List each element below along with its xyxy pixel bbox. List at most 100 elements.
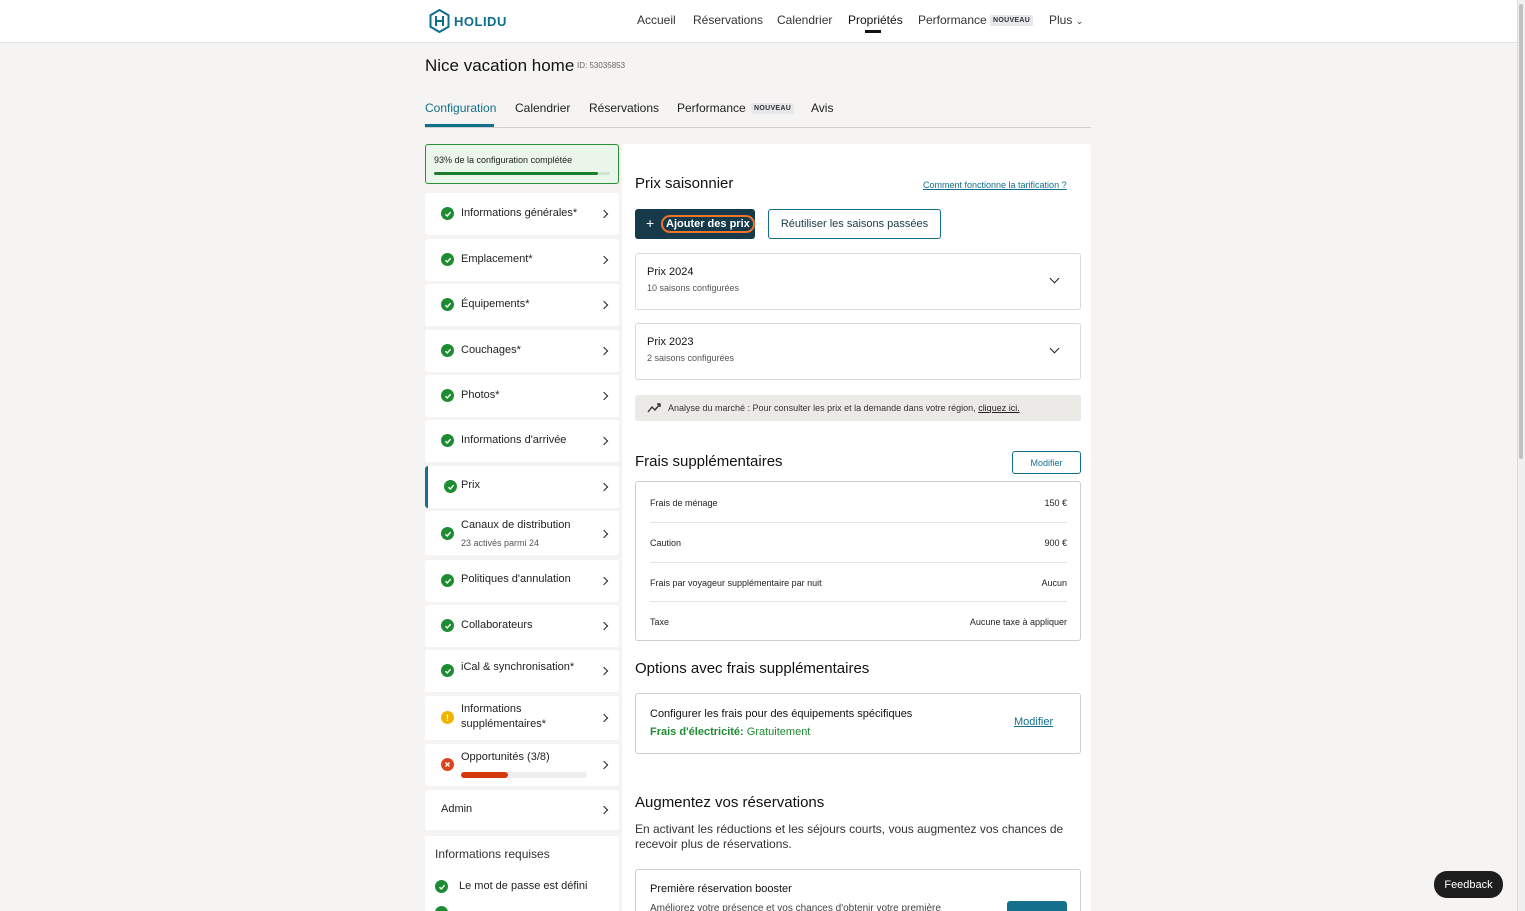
boost-description: En activant les réductions et les séjour… [635, 822, 1064, 851]
fee-value: 900 € [1044, 538, 1067, 548]
nav-performance[interactable]: Performance [918, 13, 987, 27]
nav-new-badge: NOUVEAU [990, 15, 1034, 26]
sidebar-item-admin[interactable]: Admin [425, 790, 619, 830]
price-group-title: Prix 2024 [647, 266, 694, 278]
fee-row: Frais de ménage 150 € [650, 482, 1067, 522]
opportunities-progress-track [461, 772, 587, 778]
boost-title: Augmentez vos réservations [635, 794, 825, 811]
check-circle-icon [441, 344, 454, 357]
check-circle-icon [441, 434, 454, 447]
options-card: Configurer les frais pour des équipement… [635, 693, 1081, 754]
chevron-right-icon [599, 482, 609, 492]
edit-options-link[interactable]: Modifier [1014, 716, 1053, 728]
seasonal-prices-title: Prix saisonnier [635, 175, 734, 192]
nav-proprietes[interactable]: Propriétés [848, 13, 903, 27]
tab-configuration[interactable]: Configuration [425, 101, 496, 115]
options-card-title: Configurer les frais pour des équipement… [650, 708, 913, 720]
chevron-right-icon [599, 805, 609, 815]
tab-avis[interactable]: Avis [811, 101, 833, 115]
fee-row: Frais par voyageur supplémentaire par nu… [650, 562, 1067, 602]
sidebar-item-photos[interactable]: Photos* [425, 375, 619, 417]
check-circle-icon [441, 253, 454, 266]
setup-progress-label: 93% de la configuration complétée [434, 155, 573, 165]
market-analysis-text: Analyse du marché : Pour consulter les p… [668, 403, 1020, 413]
market-analysis-label: Analyse du marché : Pour consulter les p… [668, 403, 976, 413]
reuse-seasons-button[interactable]: Réutiliser les saisons passées [768, 209, 941, 239]
setup-progress-track [434, 172, 610, 175]
check-circle-icon [435, 880, 448, 893]
nav-reservations[interactable]: Réservations [693, 13, 763, 27]
price-group-title: Prix 2023 [647, 336, 694, 348]
sidebar-item-emplacement[interactable]: Emplacement* [425, 239, 619, 281]
activate-booster-button[interactable] [1007, 901, 1067, 911]
holidu-logo[interactable]: HOLIDU [429, 9, 507, 33]
sidebar-item-informations-arrivee[interactable]: Informations d'arrivée [425, 420, 619, 462]
add-prices-label: Ajouter des prix [661, 215, 755, 233]
holidu-logo-icon [429, 9, 450, 33]
electricity-fee-label: Frais d'électricité: [650, 726, 744, 738]
check-circle-icon [441, 619, 454, 632]
fee-row: Caution 900 € [650, 522, 1067, 562]
chevron-right-icon [599, 621, 609, 631]
sidebar-item-politiques-annulation[interactable]: Politiques d'annulation [425, 560, 619, 602]
sidebar-item-collaborateurs[interactable]: Collaborateurs [425, 605, 619, 647]
sidebar-item-label: Informations générales* [461, 207, 578, 219]
extra-fees-table: Frais de ménage 150 € Caution 900 € Frai… [635, 481, 1081, 641]
sidebar-item-label-line1: Informations [461, 703, 522, 715]
sidebar-item-couchages[interactable]: Couchages* [425, 330, 619, 372]
page-scrollbar-thumb[interactable] [1519, 4, 1523, 459]
sidebar-item-ical-synchronisation[interactable]: iCal & synchronisation* [425, 650, 619, 692]
sidebar-item-label: iCal & synchronisation* [461, 661, 575, 673]
tab-reservations[interactable]: Réservations [589, 101, 659, 115]
sidebar-item-sublabel: 23 activés parmi 24 [461, 538, 540, 548]
tabs-divider [425, 127, 1091, 128]
add-prices-button[interactable]: + Ajouter des prix [635, 209, 755, 239]
fee-value: 150 € [1044, 498, 1067, 508]
sidebar-item-prix[interactable]: Prix [425, 466, 619, 508]
sidebar-item-equipements[interactable]: Équipements* [425, 284, 619, 326]
nav-active-indicator [865, 30, 881, 33]
pricing-help-link[interactable]: Comment fonctionne la tarification ? [923, 180, 1067, 190]
chevron-right-icon [599, 346, 609, 356]
chevron-right-icon [599, 713, 609, 723]
feedback-button[interactable]: Feedback [1434, 871, 1503, 898]
chevron-right-icon [599, 391, 609, 401]
price-group-sub: 10 saisons configurées [647, 283, 740, 293]
error-circle-icon [441, 758, 454, 771]
edit-extra-fees-button[interactable]: Modifier [1012, 451, 1081, 474]
sidebar-item-label: Opportunités (3/8) [461, 751, 550, 763]
page-title: Nice vacation home [425, 56, 575, 75]
nav-calendrier[interactable]: Calendrier [777, 13, 832, 27]
nav-plus-label: Plus [1049, 13, 1073, 27]
sidebar-item-label: Prix [461, 479, 480, 491]
sidebar-item-canaux-distribution[interactable]: Canaux de distribution 23 activés parmi … [425, 511, 619, 555]
nav-plus[interactable]: Plus ⌄ [1049, 13, 1083, 27]
property-id: ID: 53035853 [577, 61, 626, 70]
price-group-2024[interactable]: Prix 2024 10 saisons configurées [635, 253, 1081, 310]
brand-name: HOLIDU [454, 13, 507, 29]
tab-calendrier[interactable]: Calendrier [515, 101, 570, 115]
sidebar-item-label-line2: supplémentaires* [461, 718, 546, 730]
setup-progress-fill [434, 172, 598, 175]
check-circle-icon [441, 527, 454, 540]
market-analysis-link[interactable]: cliquez ici. [978, 403, 1020, 413]
trend-chart-icon [647, 403, 661, 413]
warning-circle-icon: ! [441, 711, 454, 724]
price-group-2023[interactable]: Prix 2023 2 saisons configurées [635, 323, 1081, 380]
market-analysis-banner: Analyse du marché : Pour consulter les p… [635, 395, 1081, 421]
chevron-down-icon [1049, 343, 1060, 354]
sidebar-item-label: Collaborateurs [461, 619, 533, 631]
chevron-right-icon [599, 576, 609, 586]
price-group-sub: 2 saisons configurées [647, 353, 735, 363]
extra-fees-title: Frais supplémentaires [635, 453, 783, 470]
nav-accueil[interactable]: Accueil [637, 13, 676, 27]
sidebar-item-informations-supplementaires[interactable]: ! Informations supplémentaires* [425, 696, 619, 740]
check-circle-icon [435, 906, 448, 911]
setup-progress-card: 93% de la configuration complétée [425, 144, 619, 184]
check-circle-icon [441, 574, 454, 587]
sidebar-item-opportunites[interactable]: Opportunités (3/8) [425, 744, 619, 786]
tab-performance[interactable]: Performance [677, 101, 746, 115]
fee-label: Taxe [650, 617, 670, 627]
sidebar-item-informations-generales[interactable]: Informations générales* [425, 193, 619, 235]
sidebar-item-label: Photos* [461, 389, 500, 401]
